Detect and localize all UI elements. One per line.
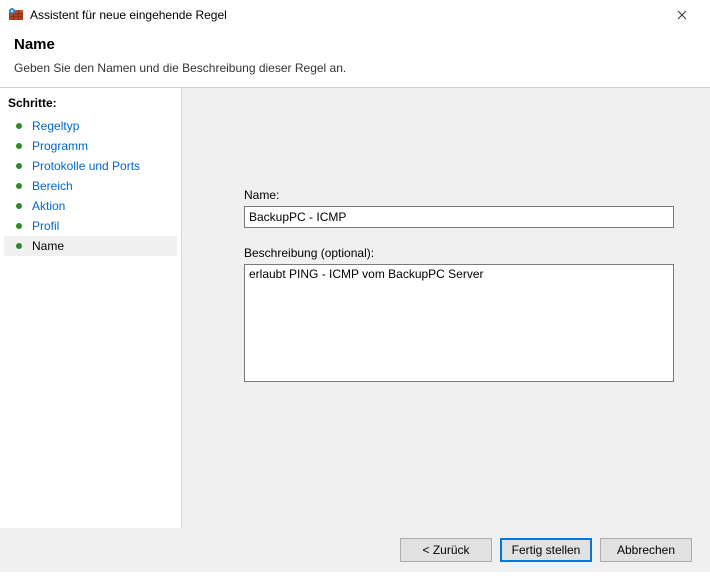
bullet-icon [16,143,22,149]
window-title: Assistent für neue eingehende Regel [30,8,662,22]
bullet-icon [16,243,22,249]
bullet-icon [16,163,22,169]
titlebar: Assistent für neue eingehende Regel [0,0,710,30]
page-title: Name [14,36,696,53]
cancel-button[interactable]: Abbrechen [600,538,692,562]
wizard-header: Name Geben Sie den Namen und die Beschre… [0,30,710,87]
close-button[interactable] [662,1,702,29]
step-name[interactable]: Name [4,236,177,256]
step-label: Programm [32,139,88,153]
step-label: Profil [32,219,59,233]
bullet-icon [16,183,22,189]
name-label: Name: [244,188,674,202]
step-label: Regeltyp [32,119,79,133]
step-label: Bereich [32,179,73,193]
bullet-icon [16,223,22,229]
steps-sidebar: Schritte: Regeltyp Programm Protokolle u… [0,88,181,528]
step-regeltyp[interactable]: Regeltyp [4,116,177,136]
step-label: Protokolle und Ports [32,159,140,173]
bullet-icon [16,123,22,129]
finish-button[interactable]: Fertig stellen [500,538,592,562]
firewall-icon [8,7,24,23]
footer: < Zurück Fertig stellen Abbrechen [0,528,710,572]
step-profil[interactable]: Profil [4,216,177,236]
description-label: Beschreibung (optional): [244,246,674,260]
name-input[interactable] [244,206,674,228]
back-button[interactable]: < Zurück [400,538,492,562]
bullet-icon [16,203,22,209]
step-bereich[interactable]: Bereich [4,176,177,196]
page-subtitle: Geben Sie den Namen und die Beschreibung… [14,61,696,75]
step-label: Name [32,239,64,253]
step-aktion[interactable]: Aktion [4,196,177,216]
steps-heading: Schritte: [4,94,177,116]
step-protokolle-und-ports[interactable]: Protokolle und Ports [4,156,177,176]
description-textarea[interactable] [244,264,674,382]
step-label: Aktion [32,199,65,213]
main-panel: Name: Beschreibung (optional): [181,88,710,528]
step-programm[interactable]: Programm [4,136,177,156]
